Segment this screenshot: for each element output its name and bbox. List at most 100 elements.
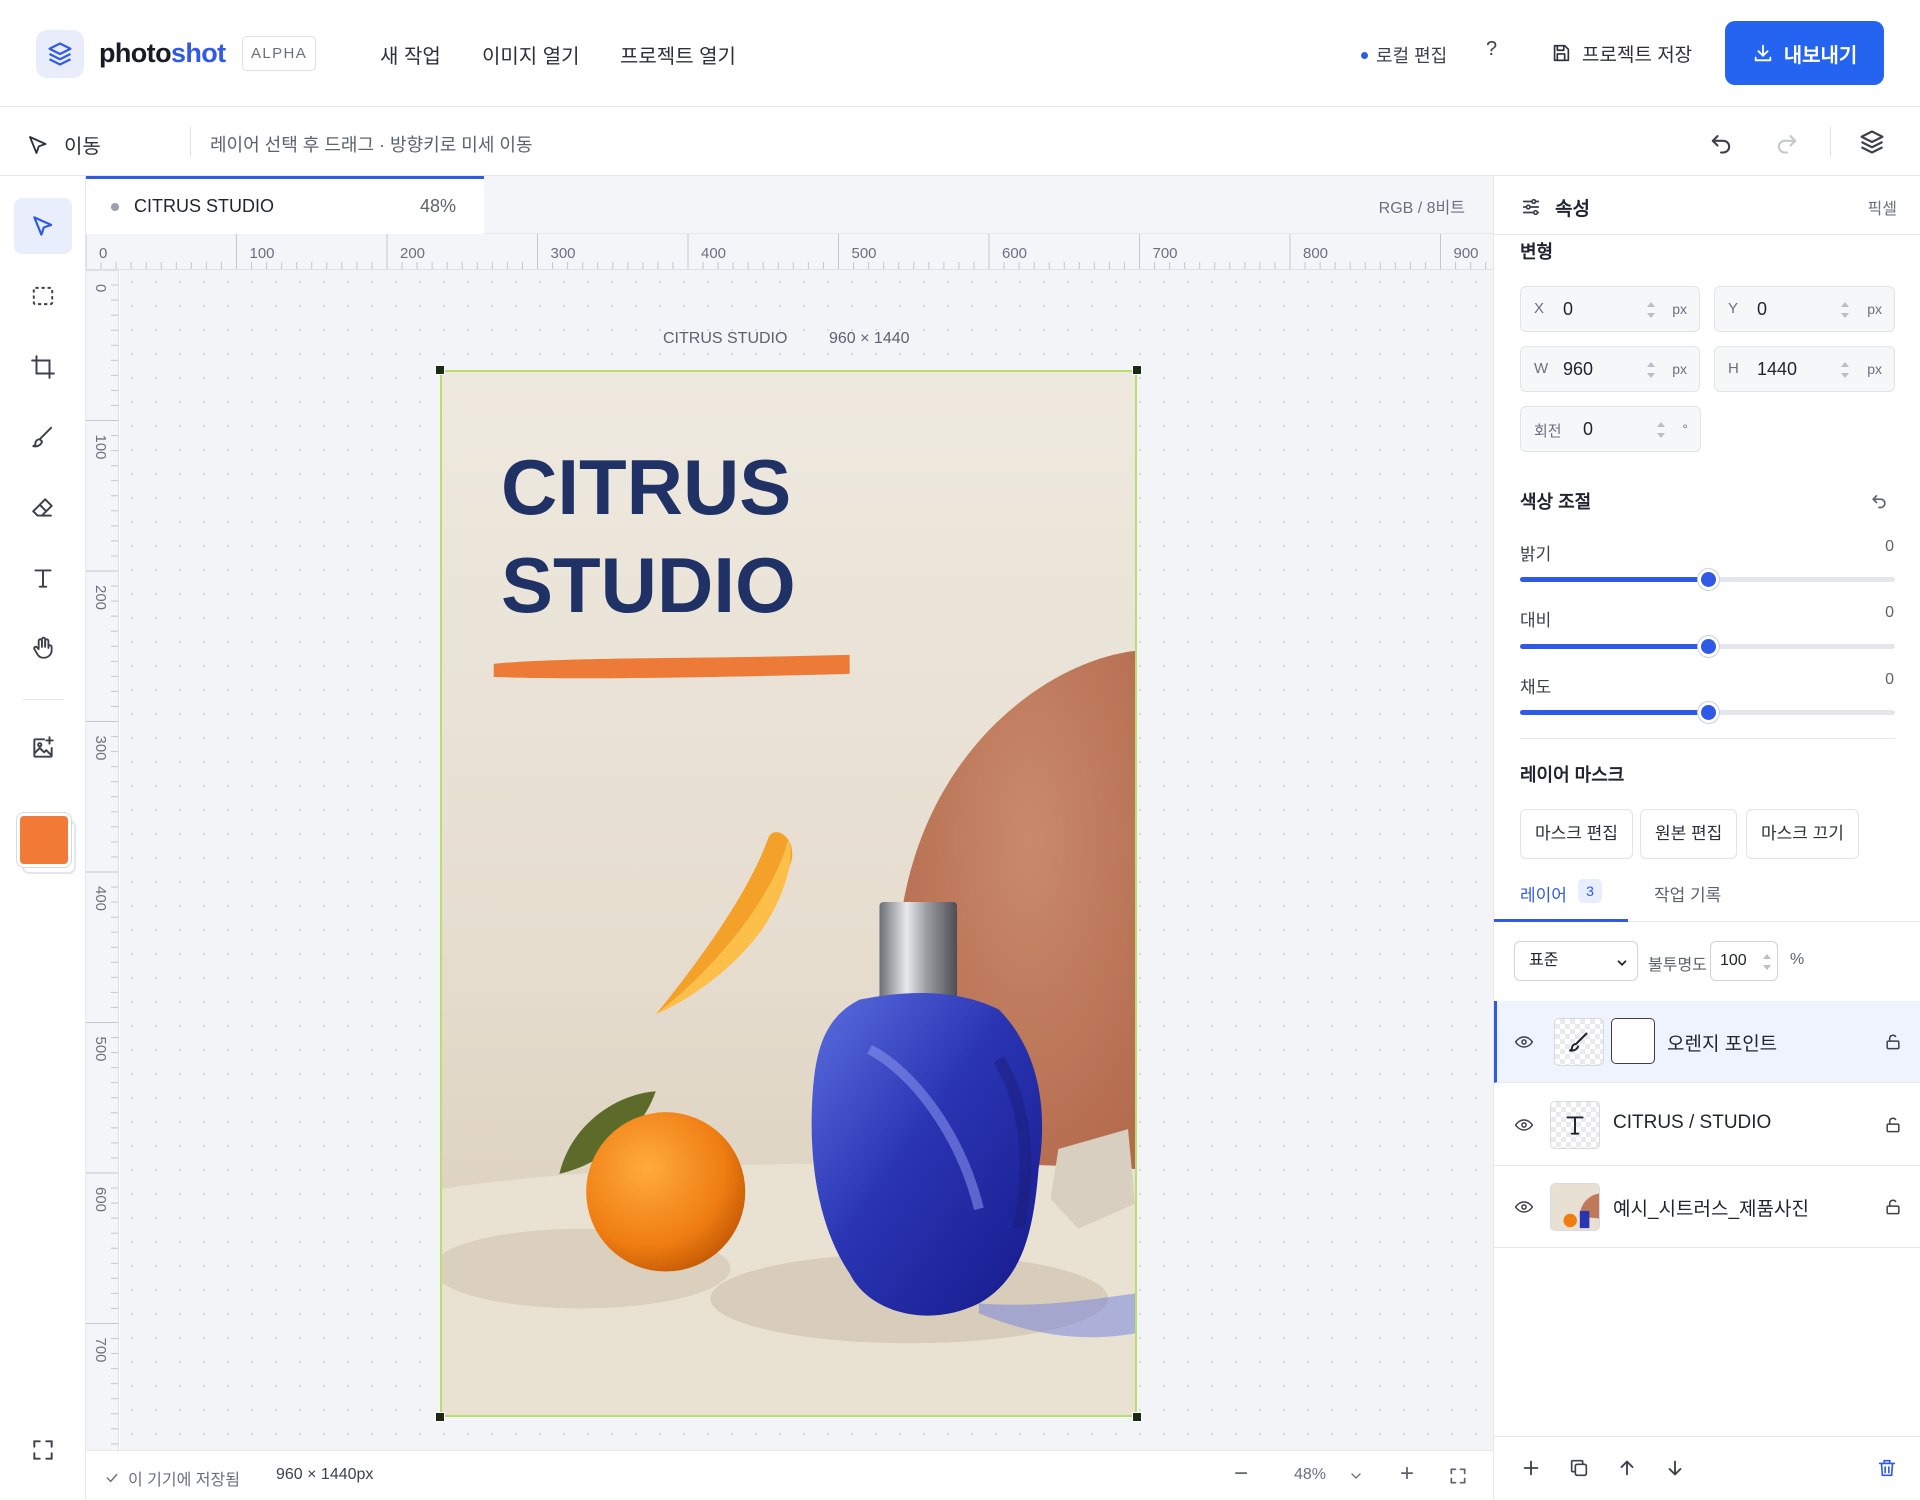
document-dimensions: 960 × 1440px [276,1466,374,1483]
add-image-tool-button[interactable] [14,720,72,776]
fullscreen-button[interactable] [14,1422,72,1478]
stepper-icon[interactable] [1645,296,1657,324]
add-layer-icon[interactable] [1520,1457,1542,1479]
stepper-icon[interactable] [1839,356,1851,384]
rotation-field[interactable]: 회전 0 ° [1520,406,1701,452]
export-button[interactable]: 내보내기 [1725,21,1884,85]
stepper-icon[interactable] [1655,416,1667,444]
fit-to-screen-button[interactable] [1448,1466,1468,1486]
resize-handle-bottom-left[interactable] [435,1412,445,1422]
resize-handle-top-right[interactable] [1132,365,1142,375]
save-icon [1553,44,1570,62]
zoom-dropdown-button[interactable] [1348,1468,1364,1484]
ruler-label: 300 [92,736,109,761]
blend-mode-select[interactable]: 표준 [1514,941,1638,981]
x-position-field[interactable]: X 0 px [1520,286,1700,332]
resize-handle-bottom-right[interactable] [1132,1412,1142,1422]
layer-name: 오렌지 포인트 [1667,1034,1778,1055]
move-layer-up-icon[interactable] [1616,1457,1638,1479]
local-edit-status: 로컬 편집 [1361,42,1447,68]
document-tab[interactable]: CITRUS STUDIO 48% [86,176,484,234]
cursor-arrow-icon [29,135,47,154]
layer-mask-thumbnail[interactable] [1611,1018,1655,1064]
brightness-slider-thumb[interactable] [1697,569,1719,590]
contrast-slider-thumb[interactable] [1697,636,1719,657]
artwork-title-line-2: STUDIO [501,541,796,629]
w-field-value: 960 [1563,359,1594,379]
reset-icon[interactable] [1869,490,1889,510]
layer-mask-title: 레이어 마스크 [1520,765,1625,785]
y-position-field[interactable]: Y 0 px [1714,286,1895,332]
ruler-label: 500 [92,1037,109,1062]
zoom-level[interactable]: 48% [1294,1466,1326,1484]
transform-section-title: 변형 [1520,242,1554,262]
ruler-label: 0 [92,284,109,292]
contrast-slider[interactable] [1520,636,1895,657]
canvas-workspace[interactable]: CITRUS STUDIO 960 × 1440 CITRUS STUDIO [120,270,1493,1450]
unlock-icon[interactable] [1883,1115,1903,1135]
ruler-label: 800 [1303,245,1328,262]
unlock-icon[interactable] [1883,1197,1903,1217]
stepper-icon[interactable] [1839,296,1851,324]
edit-original-button[interactable]: 원본 편집 [1640,809,1738,859]
text-tool-button[interactable] [14,550,72,606]
layer-row[interactable]: 예시_시트러스_제품사진 [1494,1166,1920,1248]
help-button[interactable]: ? [1486,38,1497,61]
panel-tabs: 레이어 3 작업 기록 [1494,861,1920,922]
layers-toggle-button[interactable] [1858,128,1886,156]
zoom-out-button[interactable]: − [1234,1460,1248,1488]
menu-open-image[interactable]: 이미지 열기 [482,40,580,69]
edit-mask-button[interactable]: 마스크 편집 [1520,809,1633,859]
save-project-button[interactable]: 프로젝트 저장 [1550,38,1692,68]
brightness-slider[interactable] [1520,569,1895,590]
move-tool-button[interactable] [14,198,72,254]
unlock-icon[interactable] [1883,1032,1903,1052]
width-field[interactable]: W 960 px [1520,346,1700,392]
ruler-label: 200 [92,585,109,610]
saturation-slider[interactable] [1520,702,1895,723]
tool-options-bar: 이동 레이어 선택 후 드래그 · 방향키로 미세 이동 [0,107,1920,176]
layer-row[interactable]: CITRUS / STUDIO [1494,1084,1920,1166]
artboard[interactable]: CITRUS STUDIO [440,370,1137,1417]
unit-selector[interactable]: 픽셀 [1868,195,1897,219]
undo-button[interactable] [1707,128,1735,156]
eye-icon[interactable] [1514,1197,1534,1217]
duplicate-layer-icon[interactable] [1568,1457,1590,1479]
stepper-icon[interactable] [1645,356,1657,384]
hand-tool-button[interactable] [14,620,72,676]
eye-icon[interactable] [1514,1032,1534,1052]
eye-icon[interactable] [1514,1115,1534,1135]
eraser-tool-button[interactable] [14,480,72,536]
divider [190,127,191,157]
menu-open-project[interactable]: 프로젝트 열기 [620,40,736,69]
opacity-input[interactable]: 100 [1710,941,1778,981]
cursor-arrow-icon [33,216,53,236]
saturation-slider-thumb[interactable] [1697,702,1719,723]
brush-tool-button[interactable] [14,409,72,465]
menu-new-work[interactable]: 새 작업 [380,40,441,69]
disable-mask-button[interactable]: 마스크 끄기 [1746,809,1859,859]
photo-thumbnail-icon [1551,1184,1599,1230]
height-field[interactable]: H 1440 px [1714,346,1895,392]
foreground-color-swatch[interactable] [17,813,71,867]
opacity-unit: % [1790,951,1805,968]
ruler-ticks: 0 100 200 300 400 500 600 700 800 900 [86,234,1487,269]
resize-handle-top-left[interactable] [435,365,445,375]
crop-tool-button[interactable] [14,339,72,395]
marquee-tool-button[interactable] [14,268,72,324]
x-field-unit: px [1672,301,1687,317]
layer-thumbnail [1550,1183,1600,1231]
zoom-in-button[interactable]: + [1400,1460,1414,1488]
layer-row[interactable]: 오렌지 포인트 [1494,1001,1920,1083]
tab-layers[interactable]: 레이어 3 [1494,861,1628,922]
redo-button[interactable] [1773,128,1801,156]
stepper-icon[interactable] [1761,948,1773,976]
layer-name: 예시_시트러스_제품사진 [1613,1199,1809,1220]
ruler-label: 100 [92,435,109,460]
sliders-icon [1522,198,1540,216]
rotation-field-label: 회전 [1534,423,1562,440]
tab-history[interactable]: 작업 기록 [1654,881,1721,906]
move-layer-down-icon[interactable] [1664,1457,1686,1479]
brush-icon [1569,1032,1588,1052]
delete-layer-icon[interactable] [1876,1457,1898,1479]
